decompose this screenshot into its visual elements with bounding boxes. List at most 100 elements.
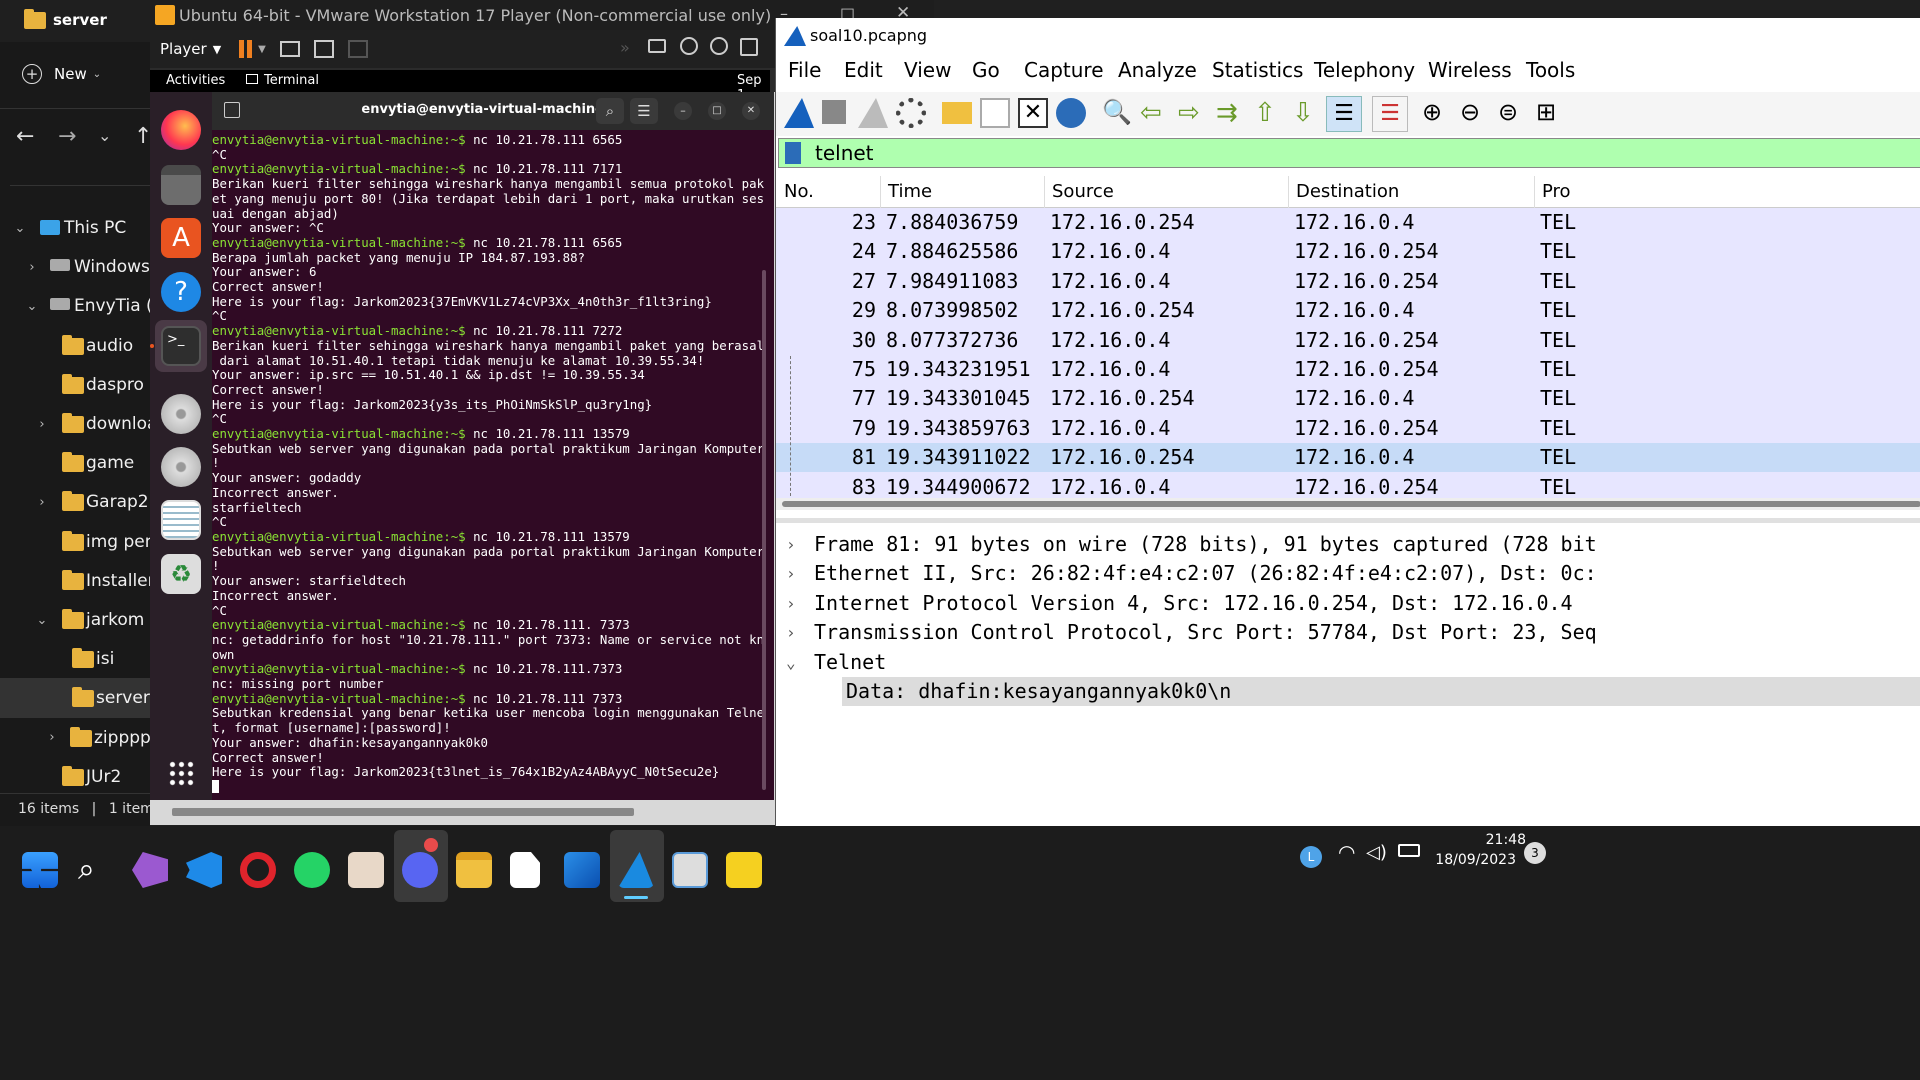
language-icon[interactable]: L — [1300, 846, 1322, 868]
find-packet-icon[interactable]: 🔍 — [1102, 98, 1132, 128]
cdrom2-icon[interactable] — [710, 37, 728, 55]
tree-item-windows-s[interactable]: › Windows-S — [0, 247, 150, 287]
software-icon[interactable]: A — [161, 218, 201, 258]
tree-item-this-pc[interactable]: ⌄ This PC — [0, 208, 150, 248]
player-dropdown-icon[interactable]: ▼ — [213, 43, 221, 56]
photos-icon[interactable] — [564, 852, 600, 888]
hamburger-menu-icon[interactable]: ☰ — [630, 98, 658, 124]
close-file-icon[interactable]: ✕ — [1018, 98, 1048, 128]
back-arrow-icon[interactable]: ← — [16, 124, 34, 149]
notification-badge[interactable]: 3 — [1524, 842, 1546, 864]
file-explorer-icon[interactable] — [456, 852, 492, 888]
chevron-right-icon[interactable]: › — [42, 730, 62, 745]
reload-icon[interactable] — [1056, 98, 1086, 128]
table-row[interactable]: 79 19.343859763 172.16.0.4 172.16.0.254 TEL — [776, 413, 1920, 443]
colorize-icon[interactable]: ☰ — [1372, 96, 1408, 132]
up-arrow-icon[interactable]: ↑ — [134, 124, 150, 149]
menu-analyze[interactable]: Analyze — [1118, 58, 1197, 82]
terminal-dock-icon[interactable]: >_ — [161, 326, 201, 366]
chevron-right-icon[interactable]: › — [32, 495, 52, 510]
resize-columns-icon[interactable]: ⊞ — [1536, 98, 1566, 128]
firefox-icon[interactable] — [161, 110, 201, 150]
close-icon[interactable]: ✕ — [742, 102, 760, 120]
fullscreen-icon[interactable] — [313, 40, 334, 58]
detail-row[interactable]: › Ethernet II, Src: 26:82:4f:e4:c2:07 (26… — [776, 559, 1920, 588]
go-back-icon[interactable]: ⇦ — [1140, 98, 1170, 128]
menu-wireless[interactable]: Wireless — [1428, 58, 1512, 82]
zoom-in-icon[interactable]: ⊕ — [1422, 98, 1452, 128]
vm-hscroll-thumb[interactable] — [172, 808, 634, 816]
pane-splitter[interactable] — [776, 518, 1920, 523]
go-forward-icon[interactable]: ⇨ — [1178, 98, 1208, 128]
chevron-right-icon[interactable]: › — [786, 559, 796, 588]
tree-item-envytia-e-[interactable]: ⌄ EnvyTia (E:) — [0, 286, 150, 326]
show-apps-icon[interactable] — [168, 760, 194, 786]
notepad-icon[interactable] — [510, 852, 540, 888]
search-icon[interactable]: ⌕ — [78, 852, 114, 888]
open-file-icon[interactable] — [942, 102, 972, 124]
table-row[interactable]: 75 19.343231951 172.16.0.4 172.16.0.254 TEL — [776, 355, 1920, 384]
save-file-icon[interactable] — [980, 98, 1010, 128]
detail-row[interactable]: › Internet Protocol Version 4, Src: 172.1… — [776, 589, 1920, 618]
minimize-icon[interactable]: – — [674, 102, 692, 120]
menu-go[interactable]: Go — [972, 58, 1000, 82]
detail-row[interactable]: › Transmission Control Protocol, Src Port… — [776, 618, 1920, 647]
tree-item-game[interactable]: game — [0, 443, 150, 483]
chevron-down-icon[interactable]: ⌄ — [32, 613, 52, 628]
recent-dropdown-icon[interactable]: ⌄ — [98, 126, 111, 145]
packet-list-hscroll[interactable] — [776, 498, 1920, 510]
col-protocol[interactable]: Pro — [1542, 181, 1571, 202]
detail-row[interactable]: ⌄ Telnet — [776, 648, 1920, 677]
tree-item-daspro-3[interactable]: daspro 3 — [0, 365, 150, 405]
table-row[interactable]: 30 8.077372736 172.16.0.4 172.16.0.254 TEL — [776, 325, 1920, 355]
chevron-down-icon[interactable]: ⌄ — [22, 299, 42, 314]
start-capture-icon[interactable] — [784, 98, 814, 128]
hscroll-thumb[interactable] — [782, 501, 1920, 507]
terminal-output[interactable]: envytia@envytia-virtual-machine:~$ nc 10… — [212, 130, 774, 800]
unity-icon[interactable] — [347, 40, 368, 58]
last-packet-icon[interactable]: ⇩ — [1292, 98, 1322, 128]
tree-item-jur2[interactable]: JUr2 — [0, 757, 150, 797]
tree-item-isi[interactable]: isi — [0, 639, 150, 679]
stop-capture-icon[interactable] — [822, 100, 846, 124]
chevron-down-icon[interactable]: ⌄ — [10, 221, 30, 236]
menu-telephony[interactable]: Telephony — [1314, 58, 1415, 82]
search-icon[interactable]: ⌕ — [596, 98, 624, 124]
wifi-icon[interactable]: ◠ — [1338, 840, 1355, 864]
table-row[interactable]: 77 19.343301045 172.16.0.254 172.16.0.4 TEL — [776, 384, 1920, 414]
sticky-notes-icon[interactable] — [726, 852, 762, 888]
tree-item-zippppfi[interactable]: › zippppfi — [0, 718, 150, 758]
forward-arrow-icon[interactable]: → — [58, 124, 76, 149]
opera-icon[interactable] — [240, 852, 276, 888]
tree-item-garap2-m[interactable]: › Garap2 m — [0, 482, 150, 522]
chevron-right-icon[interactable]: › — [786, 618, 796, 647]
table-row[interactable]: 27 7.984911083 172.16.0.4 172.16.0.254 TEL — [776, 266, 1920, 296]
tree-item-jarkom[interactable]: ⌄ jarkom — [0, 600, 150, 640]
app-menu-terminal[interactable]: Terminal — [264, 73, 319, 88]
bookmark-icon[interactable] — [785, 142, 801, 164]
tree-item-img-pent[interactable]: img pent — [0, 522, 150, 562]
capture-options-icon[interactable] — [896, 98, 926, 128]
menu-tools[interactable]: Tools — [1526, 58, 1575, 82]
start-button-icon[interactable] — [22, 852, 58, 888]
send-ctrl-alt-del-icon[interactable] — [279, 41, 300, 57]
activities-button[interactable]: Activities — [166, 73, 225, 88]
volume-icon[interactable]: ◁) — [1366, 842, 1387, 863]
visual-studio-icon[interactable] — [132, 852, 168, 888]
whatsapp-icon[interactable] — [294, 852, 330, 888]
explorer-tab[interactable]: server — [0, 0, 150, 42]
files-icon[interactable] — [161, 165, 201, 205]
table-row[interactable]: 29 8.073998502 172.16.0.254 172.16.0.4 TEL — [776, 296, 1920, 326]
battery-icon[interactable] — [1398, 844, 1420, 857]
clock-time[interactable]: 21:48 — [1436, 832, 1526, 848]
col-source[interactable]: Source — [1052, 181, 1114, 202]
tree-item-installer[interactable]: Installer — [0, 561, 150, 601]
col-destination[interactable]: Destination — [1296, 181, 1399, 202]
harddisk-icon[interactable] — [648, 39, 666, 53]
chevron-right-icon[interactable]: › — [786, 530, 796, 559]
chevron-right-icon[interactable]: › — [786, 589, 796, 618]
table-row[interactable]: 23 7.884036759 172.16.0.254 172.16.0.4 TEL — [776, 208, 1920, 237]
menu-capture[interactable]: Capture — [1024, 58, 1104, 82]
tree-item-audio[interactable]: audio — [0, 326, 150, 366]
table-row[interactable]: 24 7.884625586 172.16.0.4 172.16.0.254 TEL — [776, 237, 1920, 267]
